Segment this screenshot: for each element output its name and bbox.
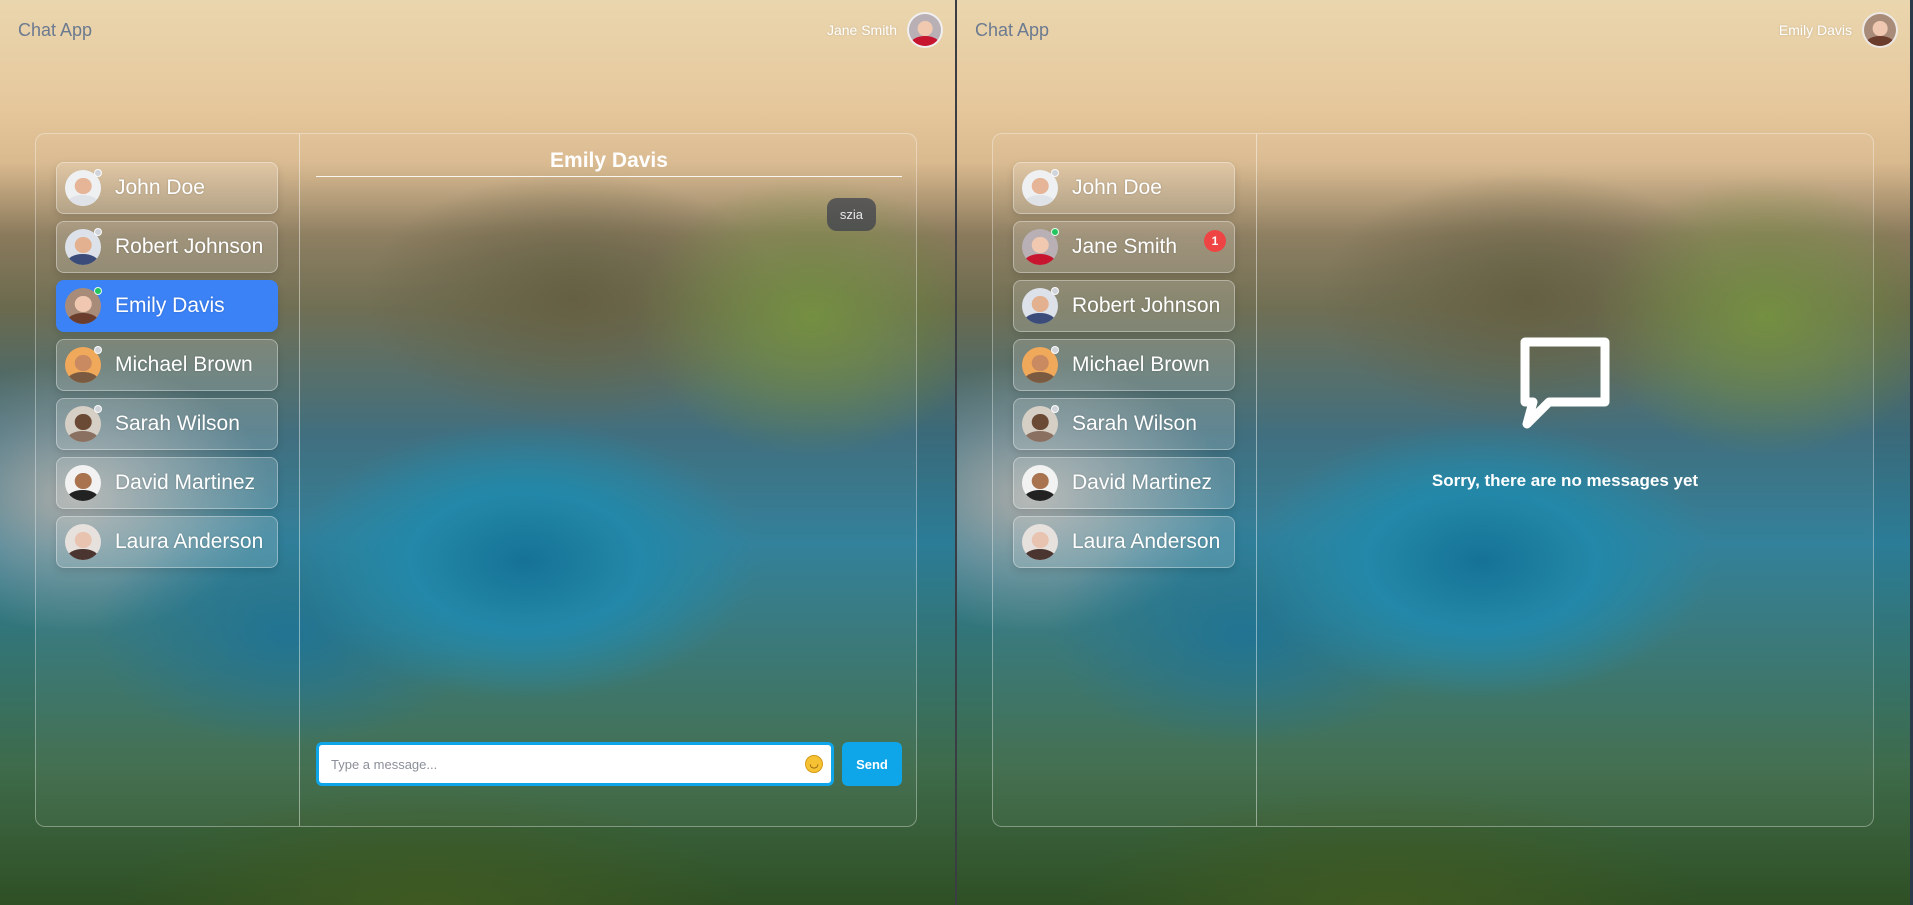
contact-name: Sarah Wilson xyxy=(1072,412,1197,435)
contact-jane-smith[interactable]: Jane Smith 1 xyxy=(1013,221,1235,273)
avatar xyxy=(65,346,102,383)
current-user[interactable]: Jane Smith xyxy=(827,12,943,48)
conversation-panel: Sorry, there are no messages yet xyxy=(1257,134,1873,826)
contact-name: David Martinez xyxy=(115,471,256,494)
current-user-name: Emily Davis xyxy=(1778,22,1852,38)
smiley-icon[interactable]: ◡ xyxy=(805,755,823,773)
avatar xyxy=(1022,287,1059,324)
offline-status-icon xyxy=(94,169,102,177)
message-composer: ◡ Send xyxy=(316,742,902,786)
avatar xyxy=(65,287,102,324)
conversation-panel: Emily Davis szia ◡ Send xyxy=(300,134,916,826)
avatar xyxy=(1022,465,1058,501)
message-input[interactable] xyxy=(319,745,831,783)
right-window: Chat App Emily Davis John Doe Jane Smith… xyxy=(955,0,1910,905)
unread-badge: 1 xyxy=(1204,230,1226,252)
current-user-avatar[interactable] xyxy=(907,12,943,48)
chat-bubble-icon xyxy=(1520,337,1610,429)
left-window: Chat App Jane Smith John Doe Robert John… xyxy=(0,0,955,905)
app-title: Chat App xyxy=(18,19,93,40)
contact-name: David Martinez xyxy=(1072,471,1213,494)
current-user-avatar[interactable] xyxy=(1862,12,1898,48)
contact-emily-davis[interactable]: Emily Davis xyxy=(56,280,278,332)
offline-status-icon xyxy=(94,228,102,236)
contact-laura-anderson[interactable]: Laura Anderson xyxy=(1013,516,1235,568)
contact-john-doe[interactable]: John Doe xyxy=(56,162,278,214)
online-status-icon xyxy=(1051,228,1059,236)
contact-name: Michael Brown xyxy=(115,353,253,376)
contact-sarah-wilson[interactable]: Sarah Wilson xyxy=(56,398,278,450)
contact-name: John Doe xyxy=(115,176,205,199)
contact-name: Laura Anderson xyxy=(115,530,264,553)
contact-michael-brown[interactable]: Michael Brown xyxy=(56,339,278,391)
contact-name: Michael Brown xyxy=(1072,353,1210,376)
contact-name: Jane Smith xyxy=(1072,235,1178,258)
contact-name: John Doe xyxy=(1072,176,1162,199)
contact-robert-johnson[interactable]: Robert Johnson xyxy=(1013,280,1235,332)
current-user[interactable]: Emily Davis xyxy=(1779,12,1898,48)
offline-status-icon xyxy=(94,405,102,413)
avatar xyxy=(65,169,102,206)
header: Chat App Jane Smith xyxy=(0,0,955,60)
contact-list: John Doe Robert Johnson Emily Davis Mich… xyxy=(36,134,300,826)
chat-container: John Doe Jane Smith 1 Robert Johnson Mic… xyxy=(992,133,1874,827)
avatar xyxy=(65,405,102,442)
send-button[interactable]: Send xyxy=(842,742,902,786)
avatar xyxy=(1022,169,1059,206)
message-bubble: szia xyxy=(826,198,876,231)
empty-state: Sorry, there are no messages yet xyxy=(1257,332,1873,491)
contact-david-martinez[interactable]: David Martinez xyxy=(56,457,278,509)
contact-john-doe[interactable]: John Doe xyxy=(1013,162,1235,214)
avatar xyxy=(1022,228,1059,265)
contact-list: John Doe Jane Smith 1 Robert Johnson Mic… xyxy=(993,134,1257,826)
avatar xyxy=(1022,405,1059,442)
contact-name: Emily Davis xyxy=(115,294,225,317)
avatar xyxy=(65,465,101,501)
contact-robert-johnson[interactable]: Robert Johnson xyxy=(56,221,278,273)
contact-laura-anderson[interactable]: Laura Anderson xyxy=(56,516,278,568)
offline-status-icon xyxy=(1051,405,1059,413)
offline-status-icon xyxy=(1051,169,1059,177)
app-title: Chat App xyxy=(975,19,1050,40)
conversation-title: Emily Davis xyxy=(316,150,902,177)
message-input-wrapper: ◡ xyxy=(316,742,834,786)
chat-container: John Doe Robert Johnson Emily Davis Mich… xyxy=(35,133,917,827)
avatar xyxy=(1022,346,1059,383)
header: Chat App Emily Davis xyxy=(957,0,1910,60)
contact-name: Laura Anderson xyxy=(1072,530,1221,553)
contact-name: Sarah Wilson xyxy=(115,412,240,435)
contact-david-martinez[interactable]: David Martinez xyxy=(1013,457,1235,509)
contact-michael-brown[interactable]: Michael Brown xyxy=(1013,339,1235,391)
current-user-name: Jane Smith xyxy=(826,22,897,38)
avatar xyxy=(65,524,101,560)
offline-status-icon xyxy=(94,346,102,354)
empty-state-text: Sorry, there are no messages yet xyxy=(1431,471,1699,490)
contact-name: Robert Johnson xyxy=(1072,294,1221,317)
contact-name: Robert Johnson xyxy=(115,235,264,258)
online-status-icon xyxy=(94,287,102,295)
contact-sarah-wilson[interactable]: Sarah Wilson xyxy=(1013,398,1235,450)
offline-status-icon xyxy=(1051,346,1059,354)
offline-status-icon xyxy=(1051,287,1059,295)
avatar xyxy=(65,228,102,265)
avatar xyxy=(1022,524,1058,560)
